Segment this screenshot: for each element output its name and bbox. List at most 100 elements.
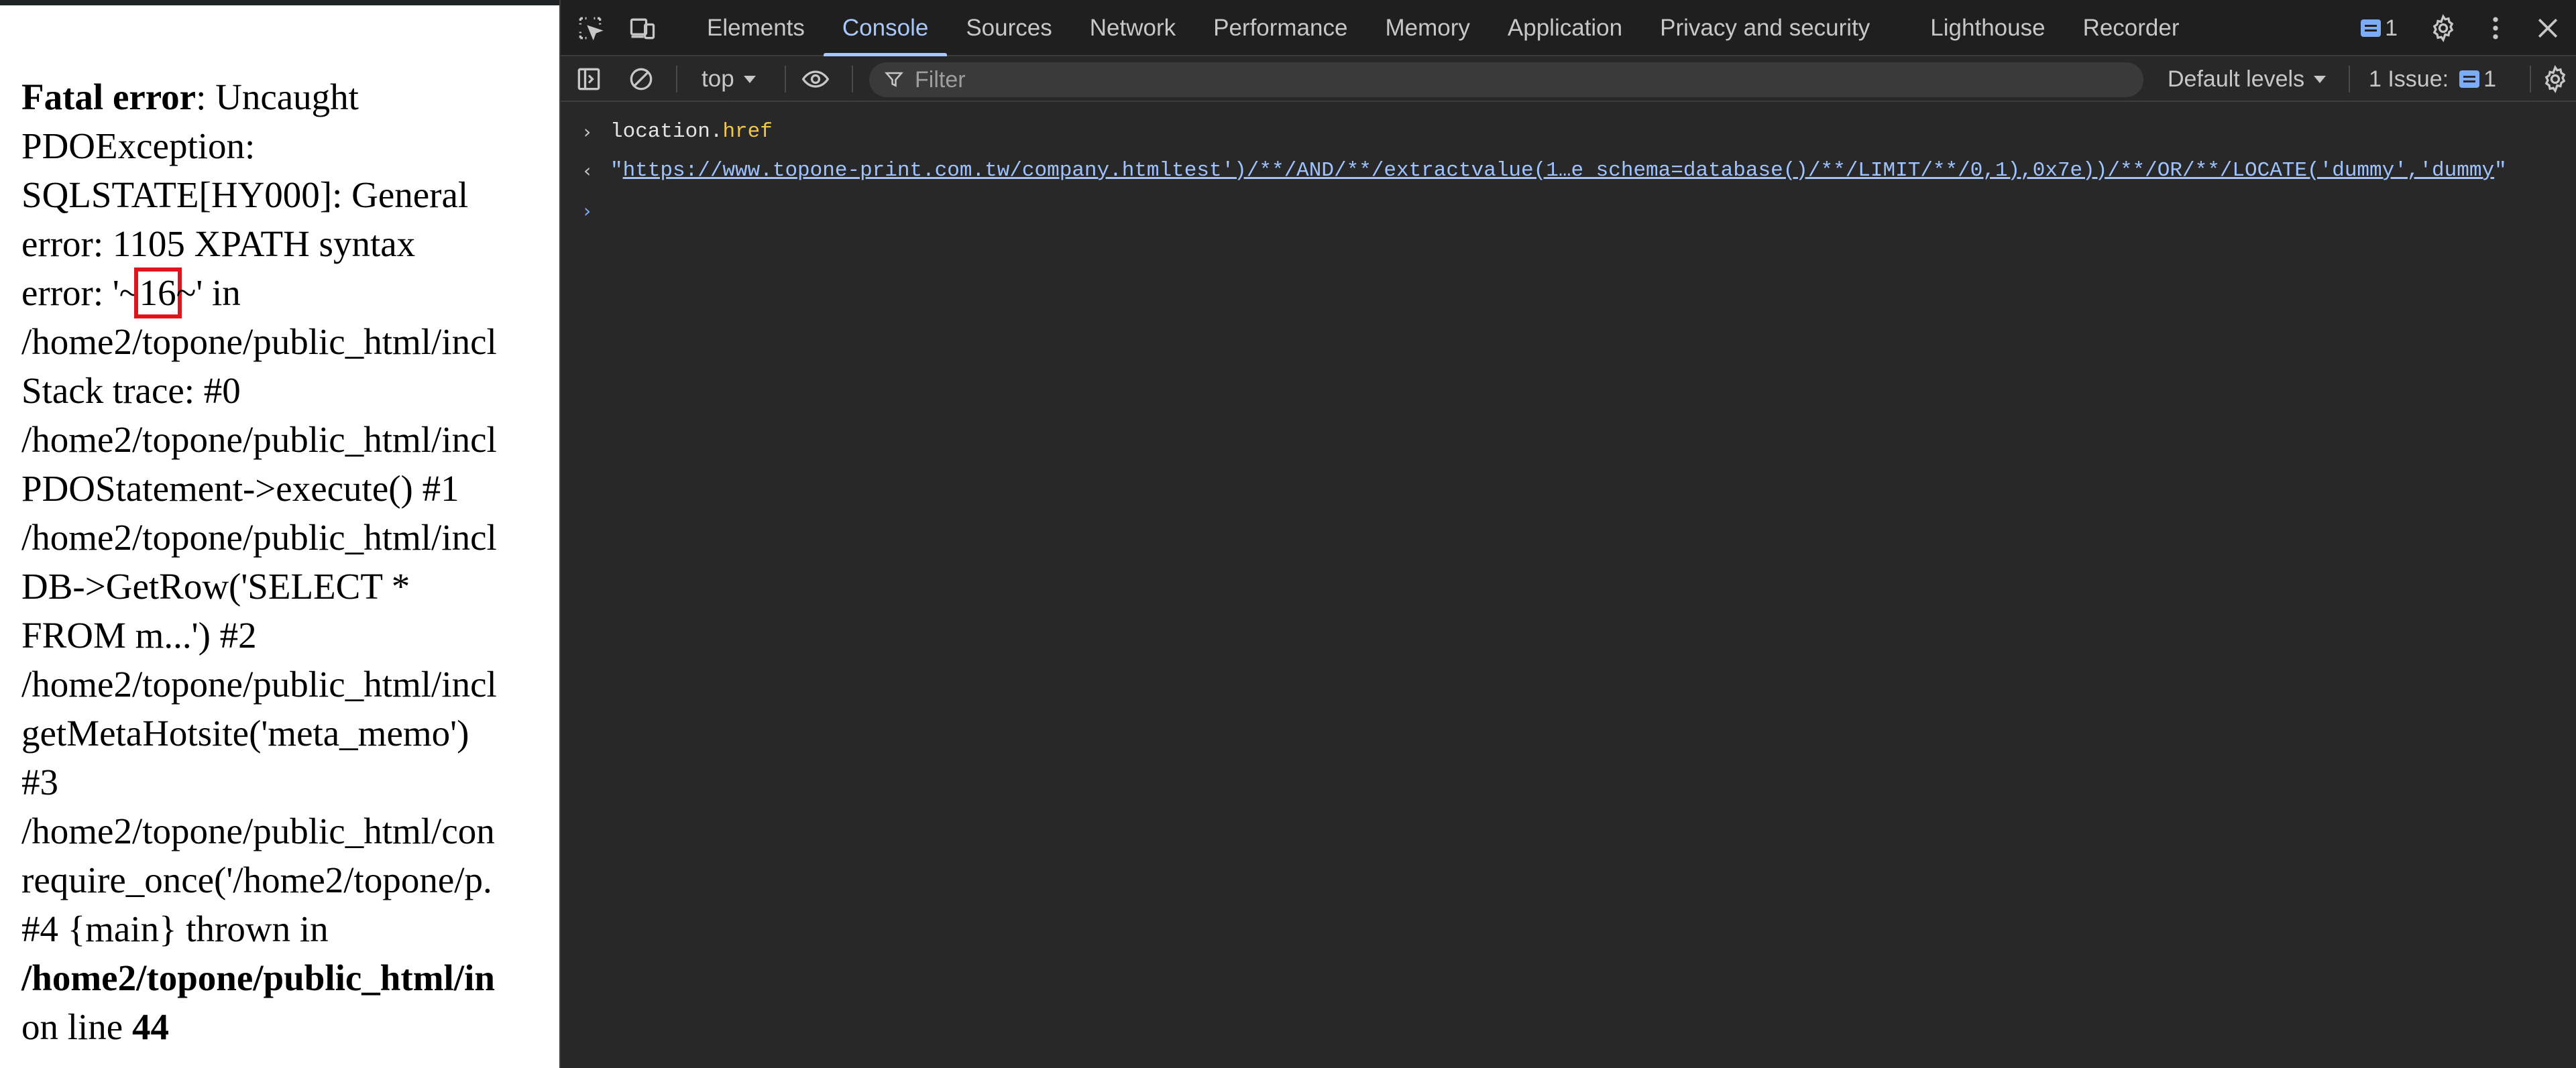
context-value: top [702, 66, 734, 92]
tab-privacy-and-security[interactable]: Privacy and security [1641, 0, 1889, 56]
tab-network[interactable]: Network [1071, 0, 1194, 56]
toolbar-divider [2530, 66, 2531, 93]
error-text: #3 [21, 762, 58, 803]
error-line-number: 44 [131, 1006, 169, 1047]
devtools-tab-bar-actions: 1 [2361, 0, 2576, 56]
device-toolbar-icon[interactable] [628, 13, 657, 43]
error-text: getMetaHotsite('meta_memo') [21, 713, 469, 754]
error-line: Fatal error: Uncaught [21, 72, 559, 121]
error-line: #3 [21, 758, 559, 807]
live-expression-eye-icon[interactable] [801, 64, 830, 94]
result-open-quote: " [610, 158, 623, 182]
error-text: /home2/topone/public_html/incl [21, 664, 497, 705]
command-object: location. [610, 119, 723, 143]
error-label: Fatal error [21, 76, 197, 117]
filter-icon [884, 72, 904, 87]
error-text: PDOException: [21, 125, 256, 166]
error-line: /home2/topone/public_html/incl [21, 317, 559, 366]
console-settings-gear-icon[interactable] [2540, 64, 2570, 94]
message-icon [2361, 19, 2382, 37]
close-icon[interactable] [2533, 13, 2563, 43]
result-close-quote: " [2494, 158, 2507, 182]
result-url-link[interactable]: https://www.topone-print.com.tw/company.… [623, 159, 2494, 182]
highlighted-value: 16 [133, 268, 182, 318]
inspect-element-icon[interactable] [575, 13, 605, 43]
prompt-chevron-icon: › [583, 199, 592, 222]
page-top-border [0, 0, 559, 5]
error-line: PDOException: [21, 121, 559, 170]
chevron-left-icon: ‹ [583, 159, 592, 182]
tab-recorder[interactable]: Recorder [2064, 0, 2198, 56]
error-line: /home2/topone/public_html/in [21, 953, 559, 1002]
filter-placeholder: Filter [915, 66, 966, 93]
message-icon [2459, 70, 2480, 88]
tab-console[interactable]: Console [823, 0, 948, 56]
log-levels-value: Default levels [2168, 66, 2305, 92]
error-text: PDOStatement->execute() #1 [21, 468, 459, 509]
toolbar-divider [676, 66, 677, 93]
toolbar-divider [2349, 66, 2350, 93]
error-line: PDOStatement->execute() #1 [21, 464, 559, 513]
settings-gear-icon[interactable] [2428, 13, 2458, 43]
filter-input[interactable]: Filter [869, 62, 2143, 97]
error-text: error: 1105 XPATH syntax [21, 223, 416, 264]
error-text: /home2/topone/public_html/incl [21, 321, 497, 362]
issues-badge-count: 1 [2385, 15, 2398, 41]
error-line: DB->GetRow('SELECT * [21, 562, 559, 611]
devtools-tab-bar: Elements Console Sources Network Perform… [561, 0, 2576, 56]
error-line: FROM m...') #2 [21, 611, 559, 660]
error-file-path: /home2/topone/public_html/in [21, 957, 495, 998]
error-line: error: 1105 XPATH syntax [21, 219, 559, 268]
php-fatal-error-message: Fatal error: Uncaught PDOException: SQLSTA… [21, 72, 559, 1051]
chevron-down-icon [743, 75, 756, 83]
chevron-down-icon [2314, 75, 2327, 83]
devtools-panel: Elements Console Sources Network Perform… [559, 0, 2576, 1068]
error-text: error: '~ [21, 272, 139, 313]
error-line: error: '~16~' in [21, 268, 559, 318]
tab-performance[interactable]: Performance [1194, 0, 1366, 56]
error-text: /home2/topone/public_html/incl [21, 419, 497, 460]
console-messages: › location. href ‹ " https://www.topone-pr… [561, 103, 2576, 1068]
tab-sources[interactable]: Sources [947, 0, 1070, 56]
error-line: on line 44 [21, 1002, 559, 1051]
error-text: FROM m...') #2 [21, 615, 257, 656]
issues-label: 1 Issue: [2369, 66, 2449, 92]
error-line: require_once('/home2/topone/p. [21, 855, 559, 904]
issues-count-value: 1 [2483, 66, 2496, 92]
error-line: Stack trace: #0 [21, 366, 559, 415]
error-text: SQLSTATE[HY000]: General [21, 174, 469, 215]
toolbar-divider [852, 66, 853, 93]
chevron-right-icon: › [583, 120, 592, 143]
console-command-row: › location. href [561, 111, 2576, 152]
error-text: require_once('/home2/topone/p. [21, 859, 492, 900]
log-levels-dropdown[interactable]: Default levels [2168, 62, 2327, 97]
console-result-row: ‹ " https://www.topone-print.com.tw/compa… [561, 150, 2576, 190]
error-line: #4 {main} thrown in [21, 904, 559, 953]
issues-counter-button[interactable]: 1 Issue: 1 [2369, 62, 2496, 97]
error-text: #4 {main} thrown in [21, 908, 329, 949]
tab-elements[interactable]: Elements [688, 0, 824, 56]
error-text: /home2/topone/public_html/incl [21, 517, 497, 558]
error-text: : Uncaught [196, 76, 359, 117]
issues-badge[interactable]: 1 [2361, 15, 2398, 42]
console-prompt-row[interactable]: › [561, 190, 2576, 231]
error-text: Stack trace: #0 [21, 370, 241, 411]
error-line: /home2/topone/public_html/incl [21, 660, 559, 709]
error-line: getMetaHotsite('meta_memo') [21, 709, 559, 758]
tab-application[interactable]: Application [1489, 0, 1641, 56]
page-viewport: Fatal error: Uncaught PDOException: SQLSTA… [0, 0, 559, 1068]
tab-memory[interactable]: Memory [1366, 0, 1488, 56]
javascript-context-select[interactable]: top [702, 62, 756, 97]
console-toolbar: top Filter Default levels 1 Issue: 1 [561, 56, 2576, 102]
error-line: /home2/topone/public_html/con [21, 807, 559, 855]
error-line: /home2/topone/public_html/incl [21, 513, 559, 562]
sidebar-toggle-icon[interactable] [574, 64, 604, 94]
toolbar-divider [785, 66, 786, 93]
more-options-icon[interactable] [2481, 13, 2510, 43]
error-line: SQLSTATE[HY000]: General [21, 170, 559, 219]
clear-console-icon[interactable] [626, 64, 656, 94]
devtools-tabs: Elements Console Sources Network Perform… [688, 0, 2198, 56]
tab-lighthouse[interactable]: Lighthouse [1911, 0, 2064, 56]
error-text: /home2/topone/public_html/con [21, 811, 495, 851]
error-text: ~' in [176, 272, 241, 313]
